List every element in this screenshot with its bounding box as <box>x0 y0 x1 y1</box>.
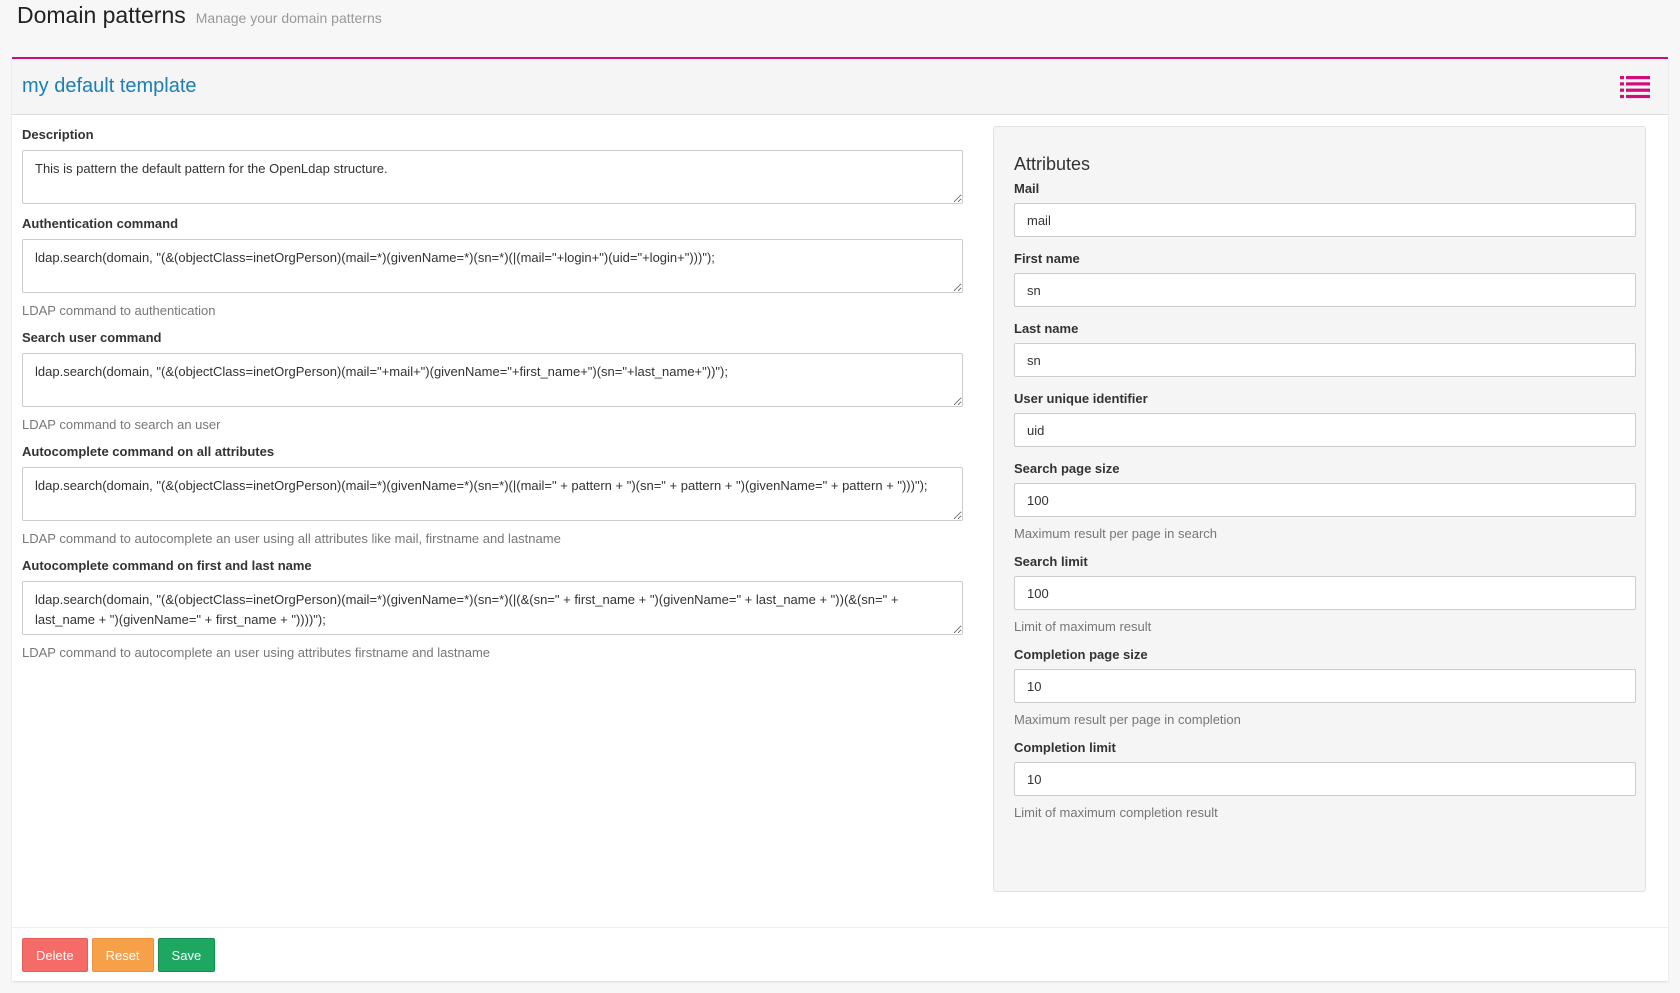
reset-button[interactable]: Reset <box>91 938 154 972</box>
search-limit-input[interactable] <box>1014 576 1636 610</box>
last-name-attr-label: Last name <box>1014 321 1079 336</box>
autocomplete-all-command-group: Autocomplete command on all attributes l… <box>22 444 964 546</box>
completion-limit-label: Completion limit <box>1014 740 1116 755</box>
search-user-command-textarea[interactable]: ldap.search(domain, "(&(objectClass=inet… <box>22 353 963 407</box>
commands-column: Description This is pattern the default … <box>22 127 964 672</box>
attributes-title: Attributes <box>1014 154 1091 174</box>
completion-limit-input[interactable] <box>1014 762 1636 796</box>
uid-attr-label: User unique identifier <box>1014 391 1148 406</box>
page-header: Domain patterns Manage your domain patte… <box>17 0 382 36</box>
search-user-command-group: Search user command ldap.search(domain, … <box>22 330 964 432</box>
search-user-command-help: LDAP command to search an user <box>22 417 221 432</box>
search-page-size-help: Maximum result per page in search <box>1014 526 1218 541</box>
auth-command-label: Authentication command <box>22 216 179 231</box>
description-label: Description <box>22 127 94 142</box>
page-subtitle: Manage your domain patterns <box>195 10 382 26</box>
auth-command-textarea[interactable]: ldap.search(domain, "(&(objectClass=inet… <box>22 239 963 293</box>
template-panel: my default template Description This is … <box>12 57 1668 981</box>
autocomplete-all-command-textarea[interactable]: ldap.search(domain, "(&(objectClass=inet… <box>22 467 963 521</box>
uid-attr-input[interactable] <box>1014 413 1636 447</box>
search-limit-help: Limit of maximum result <box>1014 619 1152 634</box>
list-icon[interactable] <box>1620 75 1650 99</box>
completion-page-size-input[interactable] <box>1014 669 1636 703</box>
completion-page-size-help: Maximum result per page in completion <box>1014 712 1241 727</box>
search-user-command-label: Search user command <box>22 330 162 345</box>
mail-attr-input[interactable] <box>1014 203 1636 237</box>
first-name-attr-input[interactable] <box>1014 273 1636 307</box>
panel-heading: my default template <box>12 59 1668 115</box>
save-button[interactable]: Save <box>157 938 216 972</box>
autocomplete-name-command-textarea[interactable]: ldap.search(domain, "(&(objectClass=inet… <box>22 581 963 635</box>
auth-command-help: LDAP command to authentication <box>22 303 216 318</box>
autocomplete-name-command-group: Autocomplete command on first and last n… <box>22 558 964 660</box>
completion-page-size-group: Completion page size Maximum result per … <box>1014 647 1636 727</box>
autocomplete-all-command-help: LDAP command to autocomplete an user usi… <box>22 531 561 546</box>
mail-attr-group: Mail <box>1014 181 1636 237</box>
page-title: Domain patterns <box>17 2 186 28</box>
completion-page-size-label: Completion page size <box>1014 647 1148 662</box>
mail-attr-label: Mail <box>1014 181 1040 196</box>
delete-button[interactable]: Delete <box>22 938 88 972</box>
autocomplete-name-command-help: LDAP command to autocomplete an user usi… <box>22 645 491 660</box>
attributes-panel: Attributes Mail First name Last name Use… <box>993 126 1646 892</box>
search-limit-label: Search limit <box>1014 554 1088 569</box>
completion-limit-help: Limit of maximum completion result <box>1014 805 1218 820</box>
search-page-size-group: Search page size Maximum result per page… <box>1014 461 1636 541</box>
panel-body: Description This is pattern the default … <box>12 115 1668 932</box>
search-page-size-input[interactable] <box>1014 483 1636 517</box>
first-name-attr-label: First name <box>1014 251 1080 266</box>
autocomplete-name-command-label: Autocomplete command on first and last n… <box>22 558 312 573</box>
autocomplete-all-command-label: Autocomplete command on all attributes <box>22 444 275 459</box>
uid-attr-group: User unique identifier <box>1014 391 1636 447</box>
description-group: Description This is pattern the default … <box>22 127 964 204</box>
auth-command-group: Authentication command ldap.search(domai… <box>22 216 964 318</box>
first-name-attr-group: First name <box>1014 251 1636 307</box>
search-page-size-label: Search page size <box>1014 461 1120 476</box>
panel-footer: Delete Reset Save <box>12 927 1668 981</box>
search-limit-group: Search limit Limit of maximum result <box>1014 554 1636 634</box>
last-name-attr-input[interactable] <box>1014 343 1636 377</box>
description-textarea[interactable]: This is pattern the default pattern for … <box>22 150 963 204</box>
last-name-attr-group: Last name <box>1014 321 1636 377</box>
panel-title: my default template <box>22 75 197 97</box>
completion-limit-group: Completion limit Limit of maximum comple… <box>1014 740 1636 820</box>
